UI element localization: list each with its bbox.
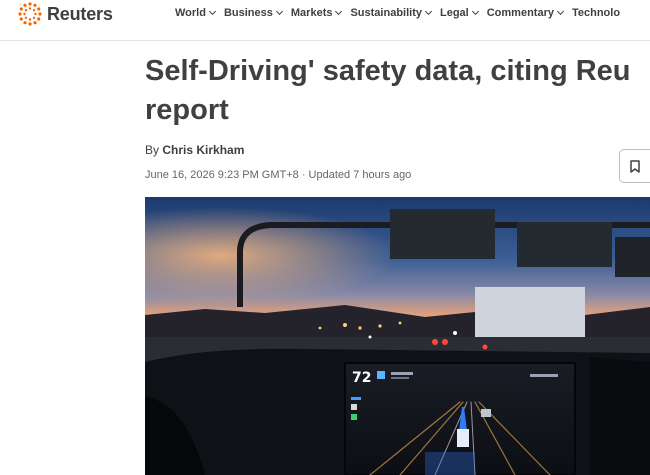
nav-item-sustainability[interactable]: Sustainability — [350, 7, 433, 19]
primary-nav: World Business Markets Sustainability Le… — [175, 7, 629, 19]
chevron-down-icon — [335, 7, 343, 16]
chevron-down-icon — [424, 7, 433, 16]
article-headline: Self-Driving' safety data, citing Reu re… — [145, 52, 650, 130]
top-navigation: Reuters World Business Markets Sustainab… — [0, 0, 650, 41]
nav-item-legal[interactable]: Legal — [440, 7, 479, 19]
nav-label: Technolo — [571, 7, 621, 19]
hero-photo-highway-dashboard: 72 — [145, 197, 650, 475]
brand-name: Reuters — [47, 3, 113, 24]
nav-label: World — [175, 7, 206, 19]
byline: By Chris Kirkham — [145, 143, 244, 157]
nav-item-technology[interactable]: Technolo — [572, 7, 620, 19]
reuters-logo[interactable]: Reuters — [17, 2, 113, 26]
reuters-logo-icon — [18, 2, 42, 26]
nav-label: Commentary — [486, 7, 554, 19]
dashboard-speed-readout: 72 — [352, 370, 371, 386]
nav-item-world[interactable]: World — [175, 7, 217, 19]
byline-prefix: By — [145, 143, 160, 157]
bookmark-button[interactable] — [619, 149, 650, 183]
chevron-down-icon — [208, 7, 217, 16]
nav-label: Sustainability — [350, 7, 422, 19]
nav-item-business[interactable]: Business — [223, 7, 283, 19]
nav-label: Business — [223, 7, 273, 19]
nav-label: Markets — [290, 7, 333, 19]
article-timestamp: June 16, 2026 9:23 PM GMT+8 · Updated 7 … — [145, 169, 412, 181]
nav-item-markets[interactable]: Markets — [290, 7, 343, 19]
chevron-down-icon — [556, 7, 565, 16]
bookmark-icon — [630, 159, 640, 173]
chevron-down-icon — [471, 7, 479, 16]
nav-label: Legal — [440, 7, 469, 19]
chevron-down-icon — [275, 7, 283, 16]
hero-image[interactable]: 72 — [145, 197, 650, 475]
headline-line-1: Self-Driving' safety data, citing Reu — [145, 55, 631, 87]
author-link[interactable]: Chris Kirkham — [162, 143, 244, 157]
nav-item-commentary[interactable]: Commentary — [486, 7, 565, 19]
headline-line-2: report — [145, 94, 229, 126]
